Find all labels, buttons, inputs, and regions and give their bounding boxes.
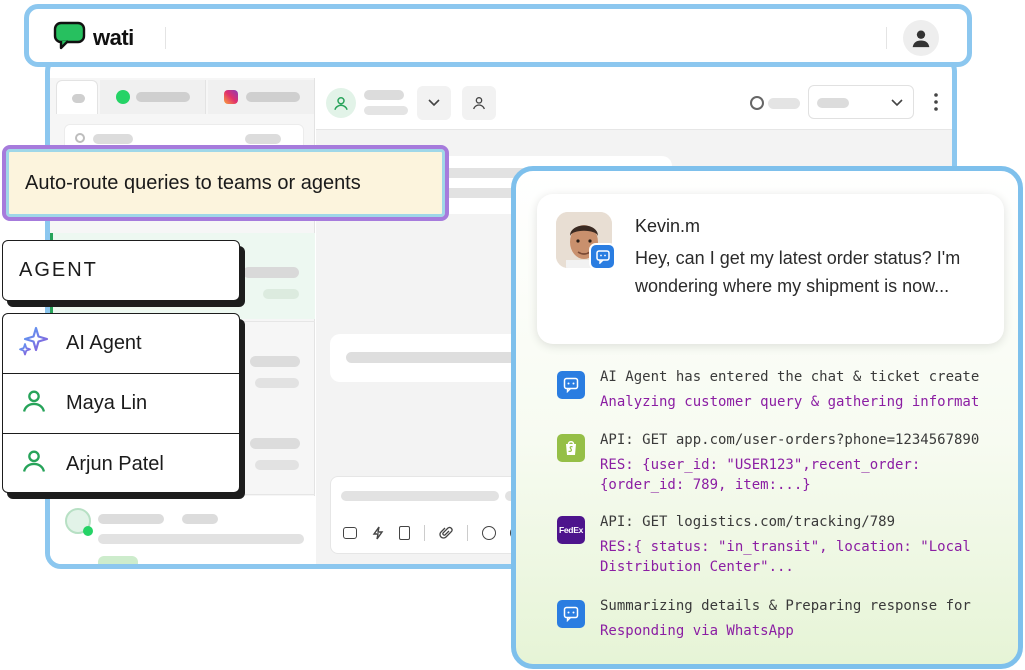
lightning-icon[interactable]	[371, 526, 385, 540]
template-icon[interactable]	[399, 526, 410, 540]
ai-agent-activity-panel: Kevin.m Hey, can I get my latest order s…	[511, 166, 1023, 669]
activity-step: AI Agent has entered the chat & ticket c…	[557, 369, 1017, 411]
timer-icon[interactable]	[750, 96, 764, 110]
user-icon	[18, 447, 50, 481]
tab-whatsapp[interactable]	[100, 80, 206, 114]
chat-icon	[557, 600, 585, 628]
step-status: Responding via WhatsApp	[600, 623, 794, 639]
chat-bubble	[330, 334, 530, 382]
sender-name: Kevin.m	[635, 216, 701, 236]
sparkle-icon	[18, 325, 50, 363]
activity-step: FedEx API: GET logistics.com/tracking/78…	[557, 514, 1017, 576]
user-icon	[18, 387, 50, 421]
shopify-icon	[557, 434, 585, 462]
fedex-logo-text: FedEx	[558, 525, 583, 535]
step-description: Summarizing details & Preparing response…	[600, 598, 971, 614]
profile-button[interactable]	[903, 20, 939, 56]
wati-logo-icon	[53, 21, 86, 55]
brand-name: wati	[93, 25, 134, 50]
top-navigation-bar: wati	[24, 4, 972, 67]
fedex-icon: FedEx	[557, 516, 585, 544]
chevron-down-button[interactable]	[417, 86, 451, 120]
step-description: AI Agent has entered the chat & ticket c…	[600, 369, 980, 385]
message-text: Hey, can I get my latest order status? I…	[635, 248, 961, 296]
agent-option-label: Arjun Patel	[66, 452, 164, 475]
activity-step: Summarizing details & Preparing response…	[557, 598, 1017, 640]
chat-header	[316, 78, 952, 130]
brand-logo[interactable]: wati	[53, 21, 134, 55]
instagram-icon	[224, 90, 238, 104]
step-response: RES: {user_id: "USER123",recent_order: {…	[600, 457, 929, 493]
user-icon	[912, 30, 930, 48]
conversation-row[interactable]	[50, 496, 315, 564]
tab-all[interactable]	[56, 80, 98, 114]
bot-icon[interactable]	[343, 527, 357, 539]
search-icon	[75, 133, 85, 143]
more-options-icon[interactable]	[934, 92, 938, 112]
step-response: RES:{ status: "in_transit", location: "L…	[600, 539, 980, 575]
status-dropdown[interactable]	[808, 85, 914, 119]
chat-badge-icon	[589, 243, 616, 270]
tab-instagram[interactable]	[208, 80, 314, 114]
assign-header: AGENT	[19, 259, 98, 281]
whatsapp-badge-icon	[83, 526, 93, 536]
message-composer[interactable]	[330, 476, 540, 554]
agent-option-maya-lin[interactable]: Maya Lin	[3, 374, 239, 434]
agent-options-list: AI Agent Maya Lin Arjun Patel	[2, 313, 240, 493]
step-description: API: GET app.com/user-orders?phone=12345…	[600, 432, 980, 448]
assign-header-card: AGENT	[2, 240, 240, 301]
emoji-icon[interactable]	[482, 526, 496, 540]
chat-icon	[557, 371, 585, 399]
agent-option-label: Maya Lin	[66, 392, 148, 414]
step-description: API: GET logistics.com/tracking/789	[600, 514, 896, 530]
assign-user-button[interactable]	[462, 86, 496, 120]
agent-option-ai-agent[interactable]: AI Agent	[3, 314, 239, 374]
agent-option-arjun-patel[interactable]: Arjun Patel	[3, 434, 239, 494]
contact-avatar-icon	[326, 88, 356, 118]
step-status: Analyzing customer query & gathering inf…	[600, 394, 980, 410]
attachment-icon[interactable]	[439, 526, 453, 540]
composer-toolbar	[343, 525, 524, 541]
agent-option-label: AI Agent	[66, 332, 142, 354]
customer-message-card: Kevin.m Hey, can I get my latest order s…	[537, 194, 1004, 344]
activity-step: API: GET app.com/user-orders?phone=12345…	[557, 432, 1017, 494]
whatsapp-icon	[116, 90, 130, 104]
auto-route-banner: Auto-route queries to teams or agents	[2, 145, 449, 221]
banner-text: Auto-route queries to teams or agents	[25, 171, 361, 194]
